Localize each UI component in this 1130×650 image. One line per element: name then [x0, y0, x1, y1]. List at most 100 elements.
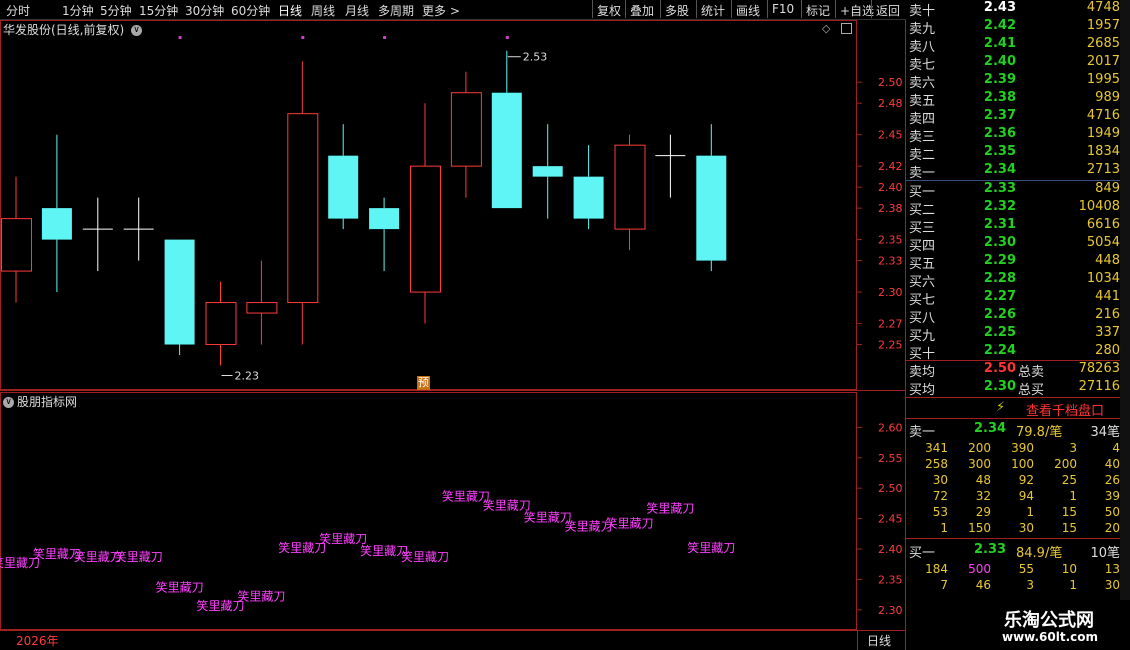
candle-body-down[interactable]	[532, 166, 563, 177]
bid-level-row[interactable]: 买八 2.26 216	[906, 307, 1120, 326]
ask-level-row[interactable]: 卖二 2.35 1834	[906, 144, 1120, 163]
ask-level-volume: 989	[1095, 90, 1120, 105]
candle-body-up[interactable]	[246, 302, 278, 314]
buy-queue-price: 2.33	[974, 542, 1007, 557]
sell-queue-cell: 341	[925, 441, 948, 455]
bid-level-row[interactable]: 买七 2.27 441	[906, 289, 1120, 308]
candle-body-down[interactable]	[164, 239, 195, 345]
bid-level-label: 买四	[909, 239, 936, 254]
buy-queue-cell: 1	[1069, 578, 1077, 592]
candle-body-down[interactable]	[491, 92, 522, 209]
view-divider	[906, 397, 1122, 398]
sell-queue-cell: 32	[975, 489, 991, 503]
sell-queue-row: 1 150 30 15 20	[906, 521, 1120, 537]
title-chevron-down-icon[interactable]: ∨	[131, 25, 143, 36]
yu-badge[interactable]: 预	[417, 376, 430, 390]
candle-body-up[interactable]	[614, 144, 646, 230]
candle-body-up[interactable]	[1, 218, 32, 272]
diamond-icon[interactable]: ◇	[822, 22, 830, 35]
ask-level-row[interactable]: 卖七 2.40 2017	[906, 54, 1120, 73]
avg-sell-label: 卖均	[909, 365, 936, 380]
indicator-y-tick-label: 2.50	[878, 482, 903, 495]
ask-level-row[interactable]: 卖五 2.38 989	[906, 90, 1120, 109]
candle-body-down[interactable]	[41, 208, 72, 240]
ask-level-volume: 1834	[1086, 144, 1120, 159]
buy-queue-cell: 30	[1104, 578, 1120, 592]
bid-level-volume: 280	[1095, 343, 1120, 358]
buy-queue-row: 184 500 55 10 13	[906, 562, 1120, 578]
signal-label: 笑里藏刀	[646, 501, 694, 516]
signal-label: 笑里藏刀	[237, 589, 285, 604]
indicator-chevron-down-icon[interactable]: ∨	[3, 397, 14, 408]
ask-level-price: 2.36	[983, 126, 1016, 141]
low-marker-label: 2.23	[235, 370, 260, 383]
bid-level-price: 2.30	[983, 235, 1016, 250]
kline-chart[interactable]: 2.50 2.48 2.45 2.42 2.40 2.38 2.35 2.33 2.30 2.27…	[0, 0, 906, 650]
ask-level-row[interactable]: 卖三 2.36 1949	[906, 126, 1120, 145]
sell-queue-cell: 1	[1026, 505, 1034, 519]
bid-level-row[interactable]: 买一 2.33 849	[906, 181, 1120, 200]
sell-queue-cell: 390	[1011, 441, 1034, 455]
sell-queue-cell: 26	[1104, 473, 1120, 487]
sell-queue-cell: 25	[1061, 473, 1077, 487]
ask-level-row[interactable]: 卖九 2.42 1957	[906, 18, 1120, 37]
window-square-icon[interactable]	[841, 23, 852, 34]
ask-level-volume: 4716	[1086, 108, 1120, 123]
candle-body-down[interactable]	[328, 155, 359, 219]
buy-queue-cell: 13	[1104, 562, 1120, 576]
sell-queue-cell: 20	[1104, 521, 1120, 535]
bid-level-row[interactable]: 买十 2.24 280	[906, 343, 1120, 362]
bid-level-volume: 10408	[1078, 199, 1120, 214]
sell-queue-avg: 79.8/笔	[1016, 425, 1063, 440]
bid-level-label: 买二	[909, 203, 936, 218]
sell-queue-cell: 29	[975, 505, 991, 519]
bid-level-label: 买六	[909, 275, 936, 290]
ask-level-row[interactable]: 卖六 2.39 1995	[906, 72, 1120, 91]
sell-queue-cell: 15	[1061, 505, 1077, 519]
bid-level-row[interactable]: 买三 2.31 6616	[906, 217, 1120, 236]
sell-queue-header: 卖一 2.34 79.8/笔 34笔	[906, 421, 1120, 440]
watermark-name: 乐淘公式网	[1004, 610, 1094, 631]
sell-queue-grid: 341 200 390 3 4 258 300 100 200 40 30 48 92 25 26 72 32 9…	[906, 441, 1120, 537]
candle-body-up[interactable]	[410, 165, 441, 293]
bid-level-row[interactable]: 买九 2.25 337	[906, 325, 1120, 344]
ask-level-row[interactable]: 卖八 2.41 2685	[906, 36, 1120, 55]
ask-level-row[interactable]: 卖四 2.37 4716	[906, 108, 1120, 127]
event-marker-dot	[505, 36, 509, 39]
bid-level-row[interactable]: 买五 2.29 448	[906, 253, 1120, 272]
candle-body-down[interactable]	[369, 208, 400, 230]
buy-queue-cell: 7	[940, 578, 948, 592]
sell-queue-cell: 1	[1069, 489, 1077, 503]
bid-level-row[interactable]: 买二 2.32 10408	[906, 199, 1120, 218]
ask-level-volume: 2713	[1086, 162, 1120, 177]
candle-body-up[interactable]	[450, 92, 482, 167]
candle-body-up[interactable]	[287, 113, 319, 304]
sell-queue-cell: 258	[925, 457, 948, 471]
bid-level-price: 2.32	[983, 199, 1016, 214]
indicator-title-text: 股朋指标网	[17, 395, 78, 409]
indicator-y-tick-label: 2.55	[878, 452, 903, 465]
candle-body-down[interactable]	[696, 155, 727, 261]
bid-level-row[interactable]: 买六 2.28 1034	[906, 271, 1120, 290]
ask-level-label: 卖三	[909, 130, 936, 145]
bid-level-volume: 5054	[1086, 235, 1120, 250]
avg-sell-price: 2.50	[983, 361, 1016, 376]
bid-level-volume: 448	[1095, 253, 1120, 268]
ask-level-price: 2.39	[983, 72, 1016, 87]
total-buy-value: 27116	[1078, 379, 1120, 394]
bid-level-price: 2.26	[983, 307, 1016, 322]
bid-level-price: 2.28	[983, 271, 1016, 286]
bid-level-row[interactable]: 买四 2.30 5054	[906, 235, 1120, 254]
candle-body-down[interactable]	[573, 176, 604, 219]
year-label: 2026年	[16, 634, 59, 648]
buy-queue-cell: 10	[1061, 562, 1077, 576]
view-thousand-depth-button[interactable]: 查看千档盘口	[1026, 400, 1104, 419]
ask-level-row[interactable]: 卖十 2.43 4748	[906, 0, 1120, 19]
ask-level-row[interactable]: 卖一 2.34 2713	[906, 162, 1120, 181]
bid-level-volume: 6616	[1086, 217, 1120, 232]
buy-queue-cell: 3	[1026, 578, 1034, 592]
buy-queue-avg: 84.9/笔	[1016, 546, 1063, 561]
candle-body-up[interactable]	[205, 302, 237, 346]
sell-queue-cell: 30	[932, 473, 948, 487]
indicator-y-tick-label: 2.40	[878, 543, 903, 556]
